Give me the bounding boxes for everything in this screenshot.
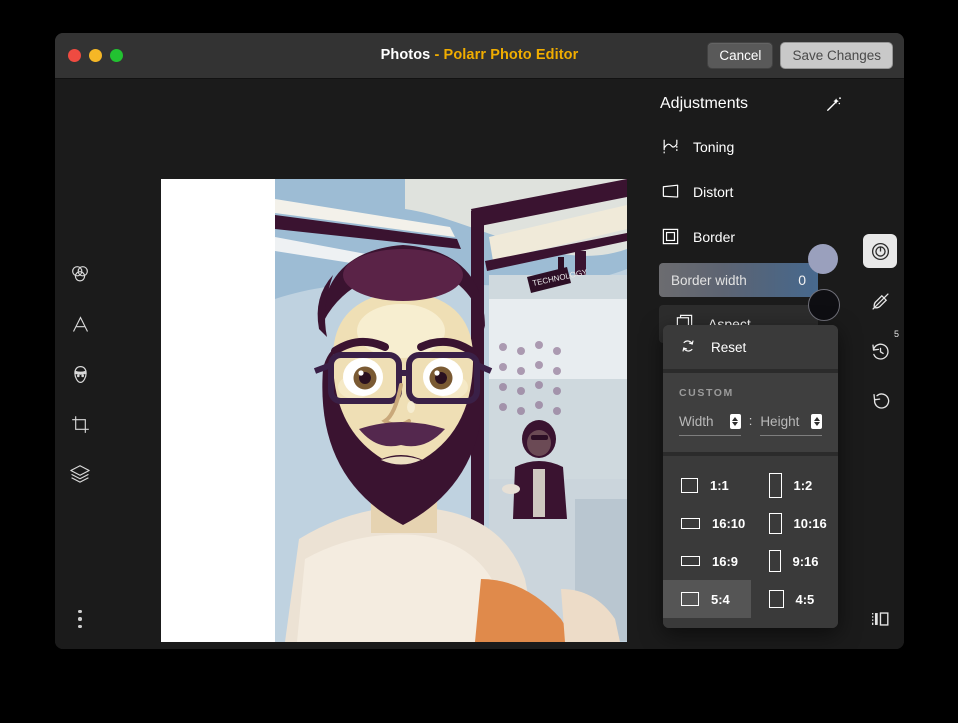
adjustment-item-toning[interactable]: Toning: [656, 124, 856, 169]
history-count-badge: 5: [894, 329, 899, 339]
width-stepper-up[interactable]: [732, 417, 738, 421]
border-icon: [660, 227, 680, 247]
cancel-button[interactable]: Cancel: [707, 42, 773, 69]
window-title-accent: - Polarr Photo Editor: [435, 47, 579, 63]
history-undo-icon[interactable]: 5: [863, 334, 897, 368]
close-window-button[interactable]: [68, 49, 81, 62]
adjustment-item-distort[interactable]: Distort: [656, 169, 856, 214]
portrait-icon[interactable]: [63, 357, 97, 391]
ratio-label: 16:10: [712, 516, 745, 531]
slider-knob-lower[interactable]: [808, 289, 840, 321]
layers-icon[interactable]: [63, 457, 97, 491]
ratio-option-4-5[interactable]: 4:5: [751, 580, 839, 618]
border-width-label: Border width: [671, 273, 747, 288]
reset-label: Reset: [711, 340, 746, 355]
kebab-dot: [78, 610, 82, 614]
ratio-option-10-16[interactable]: 10:16: [751, 504, 839, 542]
ratio-option-5-4[interactable]: 5:4: [663, 580, 751, 618]
title-bar: Photos - Polarr Photo Editor Cancel Save…: [55, 33, 904, 79]
photo-image: TECHNOLOGY: [275, 179, 627, 642]
ratio-option-1-2[interactable]: 1:2: [751, 466, 839, 504]
more-options-button[interactable]: [63, 602, 97, 636]
width-stepper-down[interactable]: [732, 422, 738, 426]
ratio-shape-icon: [681, 518, 700, 529]
ratio-shape-icon: [681, 592, 699, 606]
ratio-option-16-10[interactable]: 16:10: [663, 504, 751, 542]
ratio-option-9-16[interactable]: 9:16: [751, 542, 839, 580]
ratio-shape-icon: [681, 478, 698, 493]
border-width-value: 0: [798, 272, 806, 288]
magic-wand-icon[interactable]: [824, 94, 844, 114]
maximize-window-button[interactable]: [110, 49, 123, 62]
ratio-label: 16:9: [712, 554, 738, 569]
ratio-label: 1:2: [794, 478, 813, 493]
border-width-slider[interactable]: Border width 0: [659, 263, 818, 297]
traffic-lights: [68, 49, 123, 62]
aspect-ratio-popup: Reset CUSTOM Width : Height: [663, 325, 838, 628]
window-title-main: Photos: [381, 47, 431, 63]
distort-icon: [660, 182, 680, 202]
save-changes-button[interactable]: Save Changes: [780, 42, 893, 69]
adjustments-list: Toning Distort: [656, 124, 856, 343]
page-title: Adjustments: [660, 95, 748, 113]
ratio-label: 5:4: [711, 592, 730, 607]
left-toolbar: [55, 79, 105, 649]
adjustment-label: Border: [693, 229, 735, 245]
height-stepper-up[interactable]: [814, 417, 820, 421]
slider-knob-upper[interactable]: [808, 244, 838, 274]
custom-height-label: Height: [760, 414, 799, 429]
text-icon[interactable]: [63, 307, 97, 341]
minimize-window-button[interactable]: [89, 49, 102, 62]
ratio-label: 10:16: [794, 516, 827, 531]
custom-ratio-section: CUSTOM Width : Height: [663, 373, 838, 452]
reset-button[interactable]: Reset: [663, 325, 838, 369]
brush-off-icon[interactable]: [863, 284, 897, 318]
custom-height-input[interactable]: Height: [760, 414, 822, 436]
redo-icon[interactable]: [863, 384, 897, 418]
ratio-shape-icon: [769, 473, 782, 498]
ratio-grid: 1:1 1:2 16:10 10:16 16:9: [663, 466, 838, 618]
reset-icon: [679, 337, 697, 358]
ratio-label: 9:16: [793, 554, 819, 569]
ratio-option-16-9[interactable]: 16:9: [663, 542, 751, 580]
ratio-shape-icon: [769, 550, 781, 572]
ratio-label: 1:1: [710, 478, 729, 493]
photo-frame: TECHNOLOGY: [161, 179, 627, 642]
ratio-shape-icon: [769, 513, 782, 534]
adjustments-header: Adjustments: [656, 88, 856, 120]
custom-width-input[interactable]: Width: [679, 414, 741, 436]
filters-icon[interactable]: [863, 234, 897, 268]
ratio-shape-icon: [769, 590, 784, 608]
color-icon[interactable]: [63, 257, 97, 291]
ratio-separator: :: [749, 413, 753, 436]
kebab-dot: [78, 625, 82, 629]
width-stepper[interactable]: [730, 414, 741, 429]
adjustment-label: Toning: [693, 139, 734, 155]
toning-icon: [660, 137, 680, 157]
right-toolbar: 5: [856, 79, 904, 649]
ratio-label: 4:5: [796, 592, 815, 607]
adjustment-label: Distort: [693, 184, 733, 200]
kebab-dot: [78, 617, 82, 621]
preset-ratio-list: 1:1 1:2 16:10 10:16 16:9: [663, 456, 838, 628]
height-stepper[interactable]: [811, 414, 822, 429]
custom-fields: Width : Height: [679, 413, 822, 436]
screen: Photos - Polarr Photo Editor Cancel Save…: [0, 0, 958, 723]
ratio-shape-icon: [681, 556, 700, 566]
height-stepper-down[interactable]: [814, 422, 820, 426]
compare-before-after-icon[interactable]: [863, 602, 897, 636]
ratio-option-1-1[interactable]: 1:1: [663, 466, 751, 504]
crop-icon[interactable]: [63, 407, 97, 441]
photo-canvas[interactable]: TECHNOLOGY: [105, 79, 685, 649]
custom-section-title: CUSTOM: [679, 387, 822, 399]
title-bar-actions: Cancel Save Changes: [707, 42, 893, 69]
custom-width-label: Width: [679, 414, 714, 429]
